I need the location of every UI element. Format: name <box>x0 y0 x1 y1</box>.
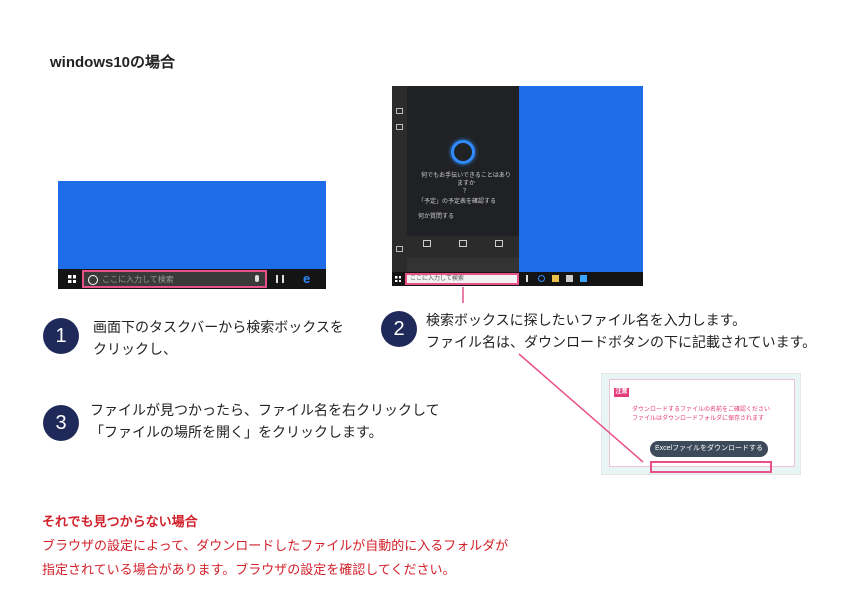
step-2-number: 2 <box>381 311 417 347</box>
cortana-icon <box>88 275 98 285</box>
taskbar-screenshot: ここに入力して検索 e <box>58 181 326 289</box>
edge-browser-icon <box>538 275 545 282</box>
step-3-number: 3 <box>43 405 79 441</box>
app-icon-3[interactable] <box>495 240 503 247</box>
step-1-text: 画面下のタスクバーから検索ボックスを クリックし、 <box>93 316 344 360</box>
notice-line-1: ダウンロードするファイルの名前をご確認ください <box>632 407 771 413</box>
cortana-panel-screenshot: 何でもお手伝いできることはありますか ？ 「予定」の予定表を確認する 何か質問す… <box>392 86 643 286</box>
windows-start-icon <box>395 276 401 282</box>
cortana-prompt: 何でもお手伝いできることはありますか ？ <box>420 172 512 196</box>
app-shortcuts <box>407 236 519 258</box>
app-icon-1[interactable] <box>423 240 431 247</box>
folder-icon <box>552 275 559 282</box>
panel-rail <box>392 86 407 272</box>
task-view-icon <box>276 275 278 283</box>
notice-line-2: ファイルはダウンロードフォルダに保存されます <box>632 416 765 422</box>
menu-item-1[interactable]: 「予定」の予定表を確認する <box>418 198 496 206</box>
store-icon <box>566 275 573 282</box>
settings-icon <box>396 246 403 252</box>
search-placeholder: ここに入力して検索 <box>410 276 464 282</box>
download-area-screenshot: 注意 ダウンロードするファイルの名前をご確認ください ファイルはダウンロードフォ… <box>601 373 801 475</box>
filename-highlight <box>650 461 772 473</box>
microphone-icon <box>255 275 259 282</box>
step-3-line-2: 「ファイルの場所を開く」をクリックします。 <box>90 424 383 440</box>
warning-line-1: ブラウザの設定によって、ダウンロードしたファイルが自動的に入るフォルダが <box>42 538 509 553</box>
step-2-line-2: ファイル名は、ダウンロードボタンの下に記載されています。 <box>426 334 817 350</box>
edge-browser-icon: e <box>303 271 311 286</box>
menu-item-2[interactable]: 何か質問する <box>418 213 454 221</box>
excel-download-button[interactable]: Excelファイルをダウンロードする <box>650 441 768 457</box>
task-view-icon <box>526 275 528 282</box>
warning-title: それでも見つからない場合 <box>42 514 198 529</box>
step-3-line-1: ファイルが見つかったら、ファイル名を右クリックして <box>90 402 440 418</box>
home-icon <box>396 108 403 114</box>
notice-badge: 注意 <box>614 388 629 397</box>
step-1-number: 1 <box>43 318 79 354</box>
step-1-line-1: 画面下のタスクバーから検索ボックスを <box>93 319 344 335</box>
app-icon-2[interactable] <box>459 240 467 247</box>
mail-icon <box>580 275 587 282</box>
search-placeholder: ここに入力して検索 <box>102 275 174 284</box>
notebook-icon <box>396 124 403 130</box>
cortana-panel: 何でもお手伝いできることはありますか ？ 「予定」の予定表を確認する 何か質問す… <box>392 86 519 272</box>
panel-strip <box>407 258 519 272</box>
cortana-prompt-line-1: 何でもお手伝いできることはありますか <box>421 173 511 187</box>
taskbar-search-box[interactable]: ここに入力して検索 <box>405 273 519 285</box>
taskbar: ここに入力して検索 e <box>58 269 326 289</box>
step-2-line-1: 検索ボックスに探したいファイル名を入力します。 <box>426 312 747 328</box>
step-2-text: 検索ボックスに探したいファイル名を入力します。 ファイル名は、ダウンロードボタン… <box>426 309 816 353</box>
page-title: windows10の場合 <box>50 54 176 71</box>
cortana-prompt-line-2: ？ <box>462 189 469 195</box>
download-card: 注意 ダウンロードするファイルの名前をご確認ください ファイルはダウンロードフォ… <box>609 379 795 473</box>
windows-start-icon <box>68 275 76 283</box>
cortana-circle-icon <box>451 140 475 164</box>
taskbar: ここに入力して検索 <box>392 272 643 286</box>
warning-line-2: 指定されている場合があります。ブラウザの設定を確認してください。 <box>42 562 456 577</box>
step-3-text: ファイルが見つかったら、ファイル名を右クリックして 「ファイルの場所を開く」をク… <box>90 399 440 443</box>
step-1-line-2: クリックし、 <box>93 341 177 357</box>
taskbar-search-box[interactable]: ここに入力して検索 <box>82 270 267 288</box>
